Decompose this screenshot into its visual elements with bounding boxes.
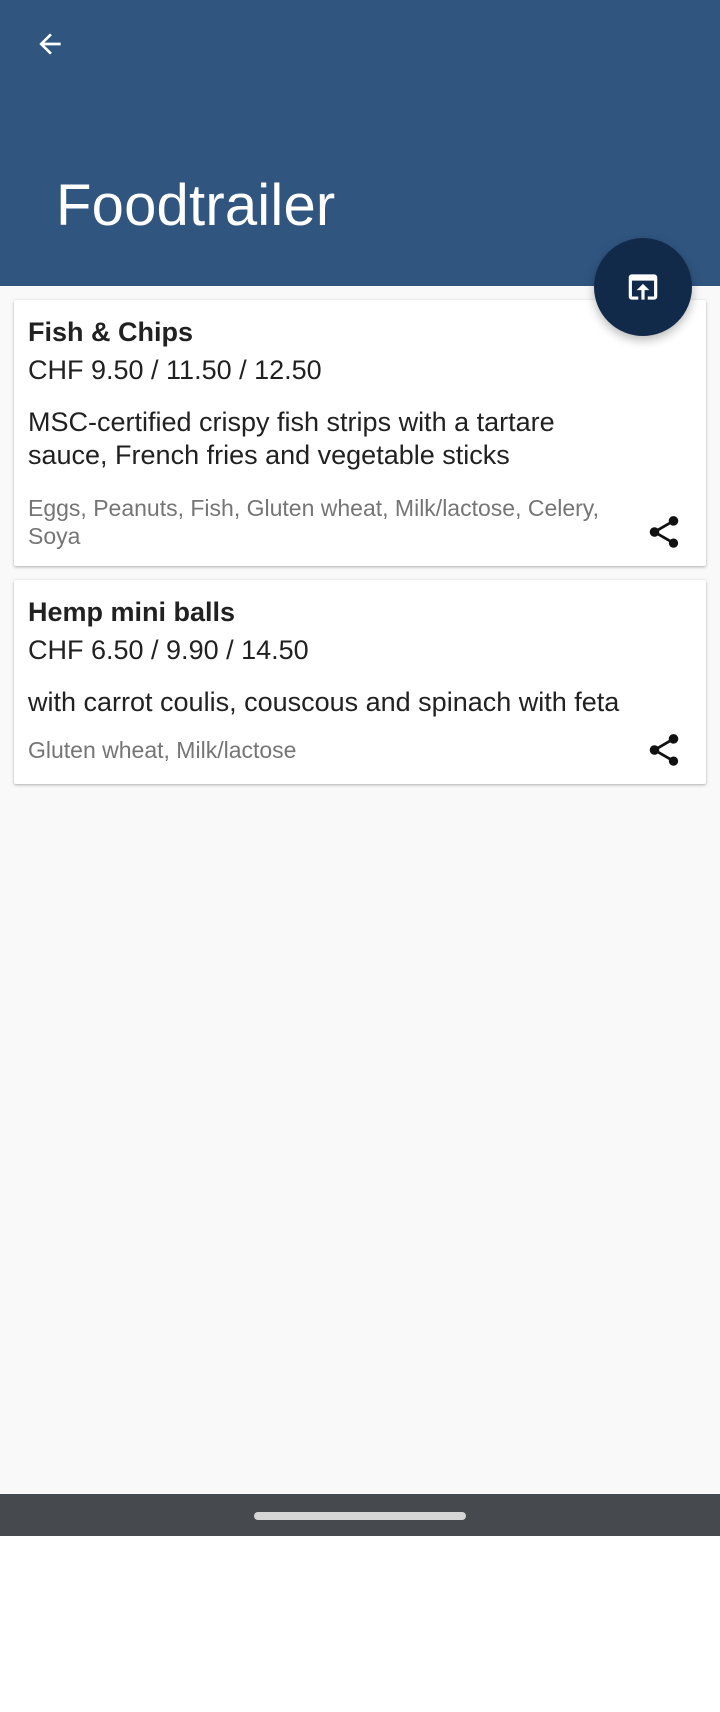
dish-price: CHF 6.50 / 9.90 / 14.50 xyxy=(28,635,309,665)
open-in-browser-button[interactable] xyxy=(594,238,692,336)
share-icon xyxy=(649,516,679,548)
share-button[interactable] xyxy=(636,504,692,560)
dish-price: CHF 9.50 / 11.50 / 12.50 xyxy=(28,355,322,385)
share-icon xyxy=(649,734,679,766)
home-gesture-handle[interactable] xyxy=(254,1512,466,1520)
menu-item-card[interactable]: Hemp mini balls CHF 6.50 / 9.90 / 14.50 … xyxy=(14,580,706,784)
dish-name: Hemp mini balls xyxy=(28,597,236,627)
app-content-area: Foodtrailer Fish & Chips CHF 9.50 / 11.5… xyxy=(0,0,720,1494)
menu-item-card[interactable]: Fish & Chips CHF 9.50 / 11.50 / 12.50 MS… xyxy=(14,300,706,566)
system-navigation-bar xyxy=(0,1494,720,1536)
screen: Foodtrailer Fish & Chips CHF 9.50 / 11.5… xyxy=(0,0,720,1712)
open-in-browser-icon xyxy=(628,274,658,300)
dish-allergens: Gluten wheat, Milk/lactose xyxy=(28,737,297,763)
dish-name: Fish & Chips xyxy=(28,317,194,347)
dish-allergens: Eggs, Peanuts, Fish, Gluten wheat, Milk/… xyxy=(28,495,599,549)
page-title: Foodtrailer xyxy=(56,173,336,238)
app-bar: Foodtrailer xyxy=(0,0,720,286)
arrow-back-icon xyxy=(39,33,61,55)
share-button[interactable] xyxy=(636,722,692,778)
dish-description: MSC-certified crispy fish strips with a … xyxy=(28,407,555,470)
dish-description: with carrot coulis, couscous and spinach… xyxy=(28,687,620,717)
back-button[interactable] xyxy=(22,16,78,72)
